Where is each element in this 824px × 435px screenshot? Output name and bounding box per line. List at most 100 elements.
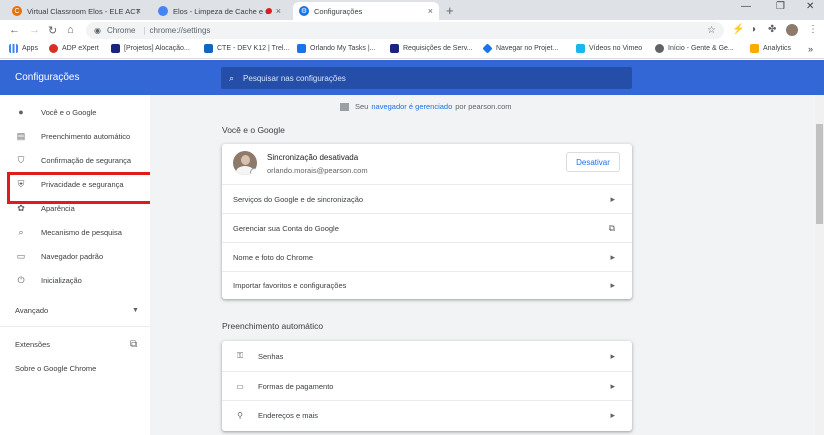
bookmark-requisicoes[interactable]: Requisições de Serv... xyxy=(390,44,473,53)
person-icon: ● xyxy=(18,107,24,117)
row-manage-account[interactable]: Gerenciar sua Conta do Google ⧉ xyxy=(222,213,632,242)
bookmark-cte[interactable]: CTE - DEV K12 | Trel... xyxy=(204,44,289,53)
tab-configuracoes[interactable]: ⚙ Configurações × xyxy=(293,2,439,20)
extension-icon[interactable]: ◑ xyxy=(750,24,756,35)
flag-icon xyxy=(390,44,399,53)
scrollbar[interactable] xyxy=(815,95,824,435)
recording-indicator-icon xyxy=(266,8,272,14)
sidebar-advanced-toggle[interactable]: Avançado ▼ xyxy=(0,300,150,320)
trello-icon xyxy=(204,44,213,53)
bookmark-vimeo[interactable]: Vídeos no Vimeo xyxy=(576,44,642,53)
row-name-photo[interactable]: Nome e foto do Chrome ▸ xyxy=(222,242,632,271)
bookmark-apps[interactable]: Apps xyxy=(9,44,38,53)
bookmark-navegar[interactable]: Navegar no Projet... xyxy=(482,43,559,54)
reload-icon[interactable]: ↻ xyxy=(48,24,57,37)
home-icon[interactable]: ⌂ xyxy=(67,24,74,36)
row-enderecos[interactable]: ⚲ Endereços e mais ▸ xyxy=(222,400,632,429)
chrome-logo-icon: ◉ xyxy=(94,26,101,35)
row-pagamento[interactable]: ▭ Formas de pagamento ▸ xyxy=(222,371,632,400)
search-placeholder: Pesquisar nas configurações xyxy=(243,73,346,83)
bookmark-orlando-tasks[interactable]: Orlando My Tasks |... xyxy=(297,44,376,53)
row-label: Serviços do Google e de sincronização xyxy=(233,194,364,204)
row-label: Nome e foto do Chrome xyxy=(233,252,314,262)
close-icon[interactable]: × xyxy=(428,6,433,16)
more-menu-icon[interactable]: ⋮ xyxy=(808,24,818,35)
bookmark-label: [Projetos] Alocação... xyxy=(124,45,190,52)
sidebar-item-inicializacao[interactable]: ⏻ Inicialização xyxy=(0,270,150,290)
highlight-box xyxy=(7,172,156,204)
managed-link[interactable]: navegador é gerenciado xyxy=(371,102,452,111)
close-window-icon[interactable]: ✕ xyxy=(806,1,814,12)
extension-icon[interactable]: ⚡ xyxy=(732,24,744,35)
search-icon: ⌕ xyxy=(229,72,235,83)
sync-status: Sincronização desativada xyxy=(267,153,359,162)
forward-arrow-icon[interactable]: → xyxy=(29,24,40,36)
bookmark-label: Orlando My Tasks |... xyxy=(310,45,376,52)
row-senhas[interactable]: ⚿ Senhas ▸ xyxy=(222,341,632,371)
bookmark-label: Apps xyxy=(22,45,38,52)
building-icon xyxy=(340,102,349,111)
new-tab-plus-icon[interactable]: + xyxy=(446,3,454,18)
credit-card-icon: ▭ xyxy=(236,381,244,391)
sidebar-item-mecanismo[interactable]: ⌕ Mecanismo de pesquisa xyxy=(0,222,150,242)
bookmark-label: Vídeos no Vimeo xyxy=(589,45,643,52)
chevron-down-icon: ▼ xyxy=(132,306,139,314)
bookmark-projetos[interactable]: [Projetos] Alocação... xyxy=(111,44,190,53)
globe-icon xyxy=(655,44,664,53)
bookmark-label: Navegar no Projet... xyxy=(496,45,559,52)
avatar xyxy=(233,151,257,175)
sidebar-item-preenchimento[interactable]: ▤ Preenchimento automático xyxy=(0,126,150,146)
chevron-right-icon: ▸ xyxy=(610,280,615,290)
address-bar[interactable]: ◉ Chrome | chrome://settings ☆ xyxy=(86,22,724,39)
chevron-right-icon: ▸ xyxy=(610,380,615,391)
restore-icon[interactable]: ❐ xyxy=(776,1,785,12)
minimize-icon[interactable]: — xyxy=(741,1,751,12)
sidebar-item-sobre[interactable]: Sobre o Google Chrome xyxy=(0,358,150,378)
tab-elos-cache[interactable]: Elos - Limpeza de Cache e C × xyxy=(152,2,287,20)
sidebar-item-label: Inicialização xyxy=(41,275,82,285)
tab-virtual-classroom[interactable]: C Virtual Classroom Elos - ELE ACT × xyxy=(6,2,147,20)
scrollbar-thumb[interactable] xyxy=(816,124,823,224)
bookmark-analytics[interactable]: Analytics xyxy=(750,44,791,53)
flag-icon xyxy=(111,44,120,53)
turn-off-sync-button[interactable]: Desativar xyxy=(566,152,620,172)
browser-icon: ▭ xyxy=(16,250,26,261)
settings-sidebar: ● Você e o Google ▤ Preenchimento automá… xyxy=(0,95,150,435)
bookmark-inicio[interactable]: Início - Gente & Ge... xyxy=(655,44,734,53)
open-external-icon: ⧉ xyxy=(608,222,615,233)
bookmark-star-icon[interactable]: ☆ xyxy=(707,25,716,36)
extensions-puzzle-icon[interactable]: ✤ xyxy=(768,24,776,35)
autofill-card: ⚿ Senhas ▸ ▭ Formas de pagamento ▸ ⚲ End… xyxy=(222,341,632,431)
sidebar-item-navegador-padrao[interactable]: ▭ Navegador padrão xyxy=(0,246,150,266)
sidebar-item-confirmacao[interactable]: ⛉ Confirmação de segurança xyxy=(0,150,150,170)
close-icon[interactable]: × xyxy=(276,6,281,16)
bookmark-label: Início - Gente & Ge... xyxy=(668,45,734,52)
page-title: Configurações xyxy=(15,72,80,83)
sync-off-badge-icon xyxy=(250,168,257,175)
chevron-right-icon: ▸ xyxy=(610,350,615,361)
sidebar-item-extensoes[interactable]: Extensões ⧉ xyxy=(0,334,150,354)
open-external-icon: ⧉ xyxy=(130,338,138,350)
row-sync-services[interactable]: Serviços do Google e de sincronização ▸ xyxy=(222,184,632,213)
settings-header: Configurações ⌕ Pesquisar nas configuraç… xyxy=(0,60,824,95)
vimeo-icon xyxy=(576,44,585,53)
sidebar-item-voce-e-o-google[interactable]: ● Você e o Google xyxy=(0,102,150,122)
back-arrow-icon[interactable]: ← xyxy=(9,24,20,36)
bookmark-adp[interactable]: ADP eXpert xyxy=(49,44,99,53)
account-email: orlando.morais@pearson.com xyxy=(267,166,368,175)
location-pin-icon: ⚲ xyxy=(237,410,243,420)
settings-search-input[interactable]: ⌕ Pesquisar nas configurações xyxy=(221,67,632,89)
virtual-classroom-favicon-icon: C xyxy=(12,6,22,16)
close-icon[interactable]: × xyxy=(136,6,141,16)
profile-avatar[interactable] xyxy=(786,24,798,36)
bookmark-label: Analytics xyxy=(763,45,792,52)
sidebar-item-label: Mecanismo de pesquisa xyxy=(41,227,122,237)
bookmarks-bar: Apps ADP eXpert [Projetos] Alocação... C… xyxy=(0,41,824,59)
key-icon: ⚿ xyxy=(236,351,244,360)
bookmark-label: ADP eXpert xyxy=(62,45,99,52)
tab-strip: C Virtual Classroom Elos - ELE ACT × Elo… xyxy=(0,0,824,20)
more-bookmarks-icon[interactable]: » xyxy=(808,44,813,54)
palette-icon: ✿ xyxy=(17,202,25,213)
row-import-bookmarks[interactable]: Importar favoritos e configurações ▸ xyxy=(222,271,632,299)
extensions-label: Extensões xyxy=(15,339,51,349)
